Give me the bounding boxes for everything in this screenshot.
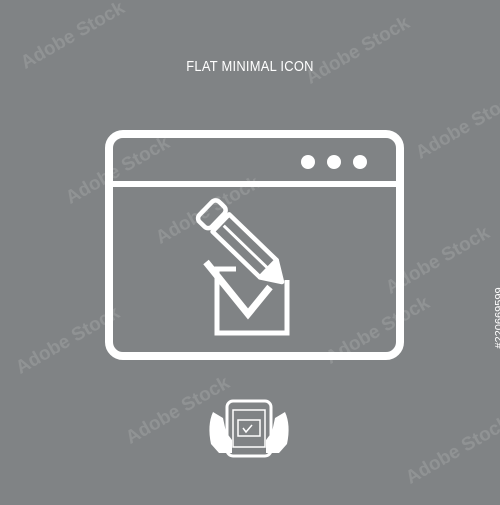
caption-title: FLAT MINIMAL ICON bbox=[186, 58, 314, 75]
icon-canvas: FLAT MINIMAL ICON Adobe Stock Adobe Stoc… bbox=[0, 0, 500, 500]
window-dot-icon bbox=[353, 155, 367, 169]
stock-id-label: #220669599 bbox=[493, 287, 500, 349]
window-dot-icon bbox=[301, 155, 315, 169]
icon-artwork bbox=[0, 0, 500, 500]
window-dot-icon bbox=[327, 155, 341, 169]
